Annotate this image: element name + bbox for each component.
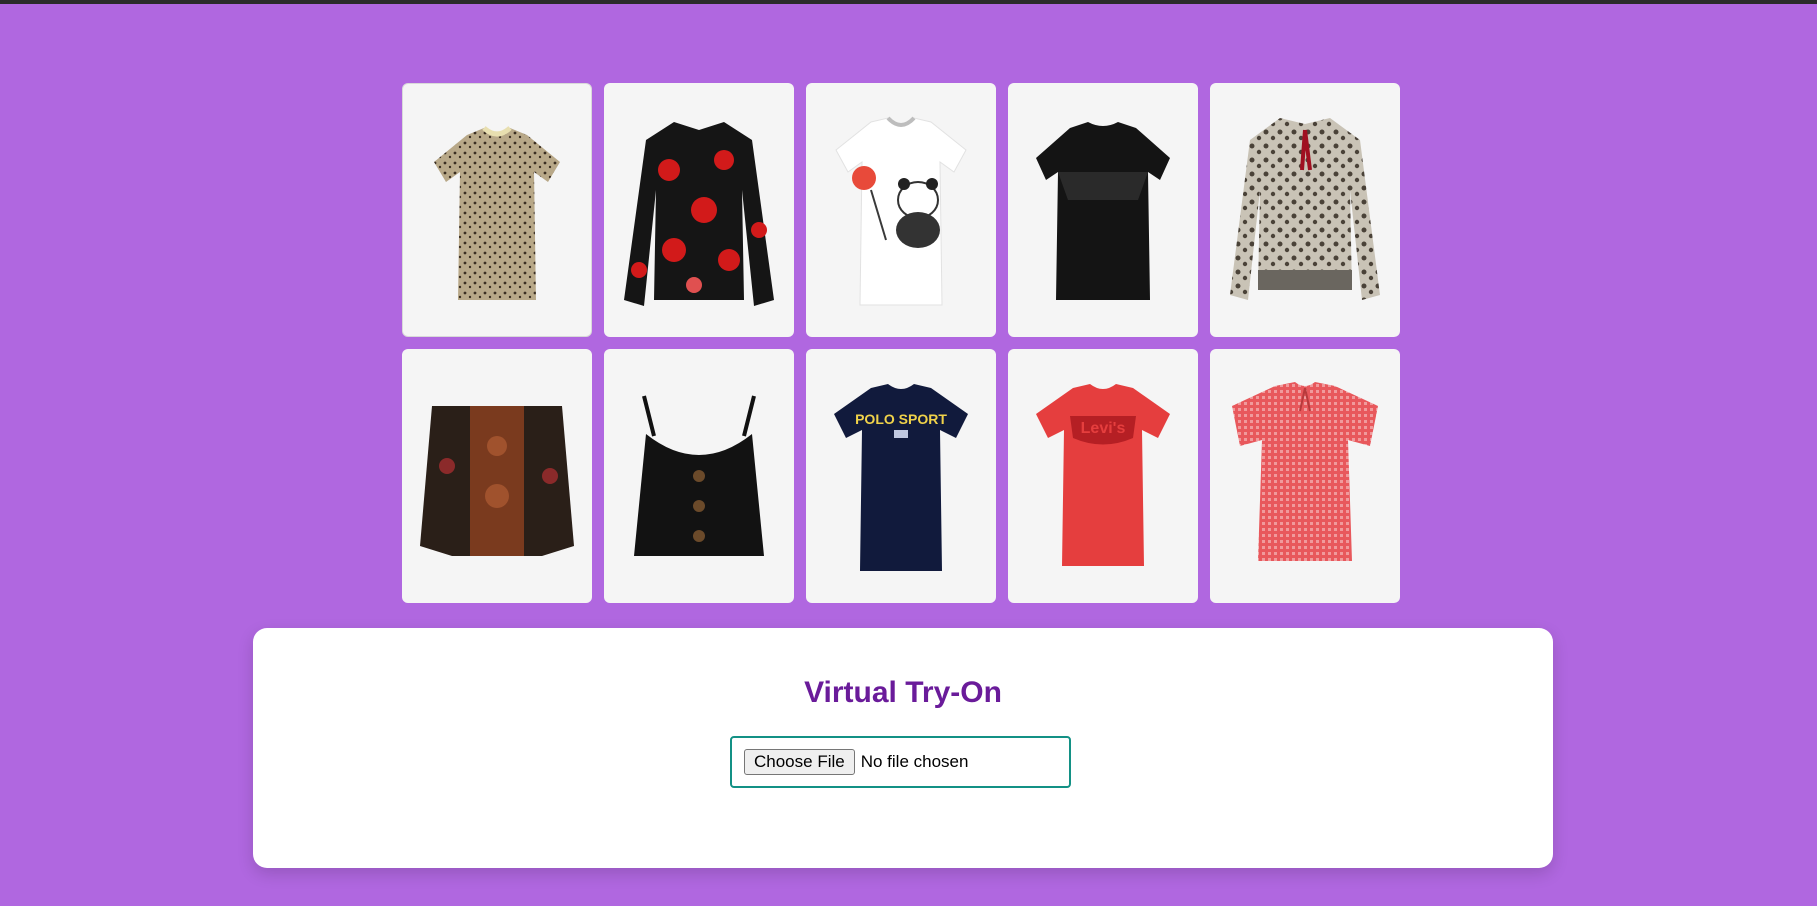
red-gingham-blouse-icon xyxy=(1232,382,1378,561)
garment-card[interactable] xyxy=(402,83,592,337)
garment-card[interactable] xyxy=(1210,349,1400,603)
garment-card[interactable]: POLO SPORT xyxy=(806,349,996,603)
floral-blouse-icon xyxy=(624,122,774,306)
red-levis-tshirt-icon: Levi's xyxy=(1036,384,1170,566)
black-lace-top-icon xyxy=(1036,122,1170,300)
levis-print: Levi's xyxy=(1081,420,1126,437)
garment-card[interactable] xyxy=(1008,83,1198,337)
garment-card[interactable] xyxy=(402,349,592,603)
black-button-cami-icon xyxy=(634,395,764,556)
garment-card[interactable] xyxy=(604,83,794,337)
garment-grid: POLO SPORT Levi's xyxy=(402,83,1400,603)
garment-card[interactable] xyxy=(806,83,996,337)
navy-polo-sport-tshirt-icon: POLO SPORT xyxy=(834,384,968,571)
garment-card[interactable]: Levi's xyxy=(1008,349,1198,603)
polo-sport-print: POLO SPORT xyxy=(855,411,947,427)
paisley-offshoulder-top-icon xyxy=(420,406,574,556)
file-upload-input[interactable]: Choose File No file chosen xyxy=(730,736,1071,788)
leopard-tshirt-icon xyxy=(434,126,560,300)
file-status-label: No file chosen xyxy=(860,752,969,771)
garment-card[interactable] xyxy=(1210,83,1400,337)
choose-file-button[interactable]: Choose File xyxy=(744,749,855,775)
virtual-tryon-panel: Virtual Try-On Choose File No file chose… xyxy=(253,628,1553,868)
garment-card[interactable] xyxy=(604,349,794,603)
panda-tshirt-icon xyxy=(835,116,967,306)
leopard-blouse-icon xyxy=(1230,118,1380,300)
page-title: Virtual Try-On xyxy=(804,676,1002,709)
browser-top-bar xyxy=(0,0,1817,4)
